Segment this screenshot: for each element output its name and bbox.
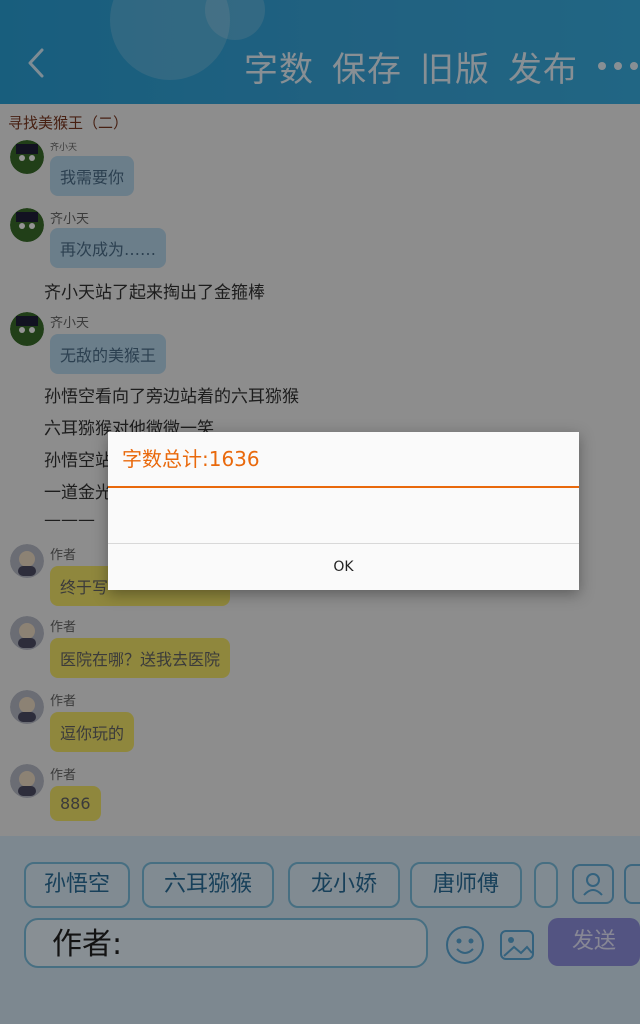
dialog-title: 字数总计:1636 — [108, 432, 579, 488]
dialog-body — [108, 488, 579, 542]
ok-button[interactable]: OK — [108, 543, 579, 590]
word-count-dialog: 字数总计:1636 OK — [108, 432, 579, 590]
